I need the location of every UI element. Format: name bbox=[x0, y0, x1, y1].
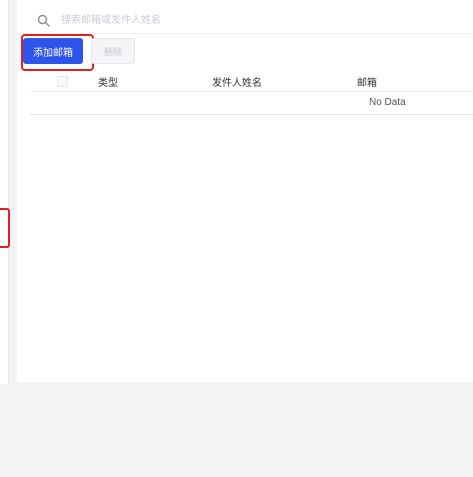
search-icon[interactable] bbox=[31, 8, 57, 34]
column-header-type: 类型 bbox=[98, 78, 118, 89]
table-body: No Data bbox=[30, 92, 473, 115]
add-email-button[interactable]: 添加邮箱 bbox=[23, 38, 83, 64]
delete-button[interactable]: 删除 bbox=[91, 38, 135, 64]
column-header-sender-name: 发件人姓名 bbox=[212, 78, 262, 89]
empty-state-text: No Data bbox=[369, 97, 406, 108]
search-bar bbox=[17, 8, 473, 34]
column-header-email: 邮箱 bbox=[357, 78, 377, 89]
table-header: 类型 发件人姓名 邮箱 bbox=[30, 70, 473, 92]
sidebar bbox=[0, 0, 9, 384]
email-table: 类型 发件人姓名 邮箱 No Data bbox=[30, 70, 473, 115]
highlight-marker bbox=[0, 208, 10, 248]
select-all-checkbox[interactable] bbox=[57, 76, 68, 87]
toolbar: 添加邮箱 删除 bbox=[17, 34, 473, 71]
search-input[interactable] bbox=[61, 10, 361, 31]
